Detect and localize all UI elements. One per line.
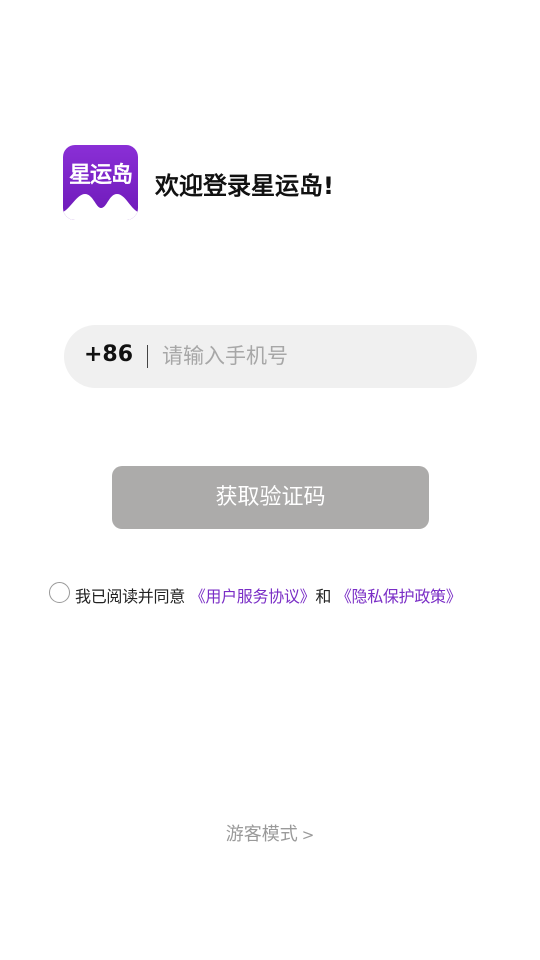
agreement-prefix: 我已阅读并同意 [75,587,185,606]
phone-input[interactable] [162,338,452,374]
welcome-title: 欢迎登录星运岛! [155,172,334,200]
agreement-text: 我已阅读并同意 《用户服务协议》和 《隐私保护政策》 [75,583,462,607]
phone-field[interactable]: +86 [64,325,477,388]
agreement-checkbox[interactable] [49,582,70,603]
chevron-right-icon: > [301,826,315,844]
agreement-conjunction: 和 [315,587,332,606]
guest-mode-link[interactable]: 游客模式 > [0,820,540,846]
privacy-policy-link[interactable]: 《隐私保护政策》 [336,587,462,606]
country-code[interactable]: +86 [84,342,133,367]
user-agreement-link[interactable]: 《用户服务协议》 [190,587,316,606]
logo-text: 星运岛 [68,163,133,188]
field-divider [147,345,148,368]
logo-mountain-shape [63,194,138,220]
guest-mode-label: 游客模式 [225,824,298,845]
app-logo: 星运岛 [63,145,138,220]
get-code-button[interactable]: 获取验证码 [112,466,429,529]
